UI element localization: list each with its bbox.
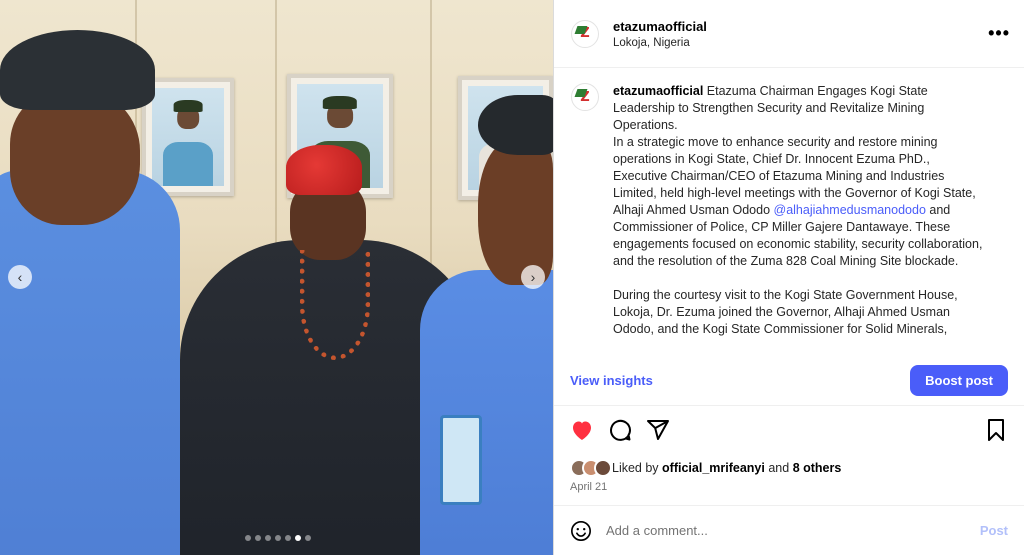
comment-input[interactable]: Add a comment... bbox=[606, 523, 980, 538]
avatar[interactable]: Z bbox=[571, 19, 599, 48]
carousel-dot bbox=[295, 535, 301, 541]
heart-icon[interactable] bbox=[570, 418, 608, 442]
chevron-left-icon[interactable]: ‹ bbox=[8, 265, 32, 289]
carousel-dots bbox=[245, 535, 311, 541]
caption-mention-link[interactable]: @alhajiahmedusmanododo bbox=[774, 203, 926, 217]
post-comment-button[interactable]: Post bbox=[980, 523, 1008, 538]
share-icon[interactable] bbox=[646, 418, 684, 442]
liker-username-link[interactable]: official_mrifeanyi bbox=[662, 461, 765, 475]
carousel-dot bbox=[255, 535, 261, 541]
action-bar bbox=[554, 405, 1024, 453]
wall-portrait bbox=[142, 78, 234, 196]
carousel-dot bbox=[245, 535, 251, 541]
caption-area: Z etazumaofficial Etazuma Chairman Engag… bbox=[554, 68, 1024, 355]
post-side-panel: Z etazumaofficial Lokoja, Nigeria ••• Z … bbox=[553, 0, 1024, 555]
liker-avatars[interactable] bbox=[570, 459, 612, 477]
likes-prefix: Liked by bbox=[612, 461, 659, 475]
comment-icon[interactable] bbox=[608, 418, 646, 442]
carousel-dot bbox=[265, 535, 271, 541]
likes-middle: and bbox=[768, 461, 790, 475]
bookmark-icon[interactable] bbox=[986, 418, 1008, 442]
caption-username[interactable]: etazumaofficial bbox=[613, 84, 703, 98]
insights-row: View insights Boost post bbox=[554, 355, 1024, 405]
likes-summary: Liked by official_mrifeanyi and 8 others bbox=[554, 453, 1024, 479]
likes-others-link[interactable]: 8 others bbox=[793, 461, 842, 475]
post-header: Z etazumaofficial Lokoja, Nigeria ••• bbox=[554, 0, 1024, 68]
carousel-dot bbox=[275, 535, 281, 541]
location-link[interactable]: Lokoja, Nigeria bbox=[613, 37, 988, 49]
post-photo[interactable]: ‹ › bbox=[0, 0, 553, 555]
chevron-right-icon[interactable]: › bbox=[521, 265, 545, 289]
caption-text: etazumaofficial Etazuma Chairman Engages… bbox=[613, 83, 983, 355]
view-insights-link[interactable]: View insights bbox=[570, 373, 653, 388]
avatar[interactable]: Z bbox=[571, 83, 599, 111]
caption-paragraph-2: During the courtesy visit to the Kogi St… bbox=[613, 288, 958, 336]
post-date[interactable]: April 21 bbox=[554, 479, 1024, 505]
carousel-dot bbox=[305, 535, 311, 541]
avatar[interactable] bbox=[594, 459, 612, 477]
comment-bar: Add a comment... Post bbox=[554, 505, 1024, 555]
username-link[interactable]: etazumaofficial bbox=[613, 19, 988, 34]
emoji-icon[interactable] bbox=[570, 520, 592, 542]
boost-post-button[interactable]: Boost post bbox=[910, 364, 1008, 396]
more-icon[interactable]: ••• bbox=[988, 23, 1010, 44]
carousel-dot bbox=[285, 535, 291, 541]
instagram-post-view: ‹ › Z etazumaofficial Lokoja, Nigeria ••… bbox=[0, 0, 1024, 555]
